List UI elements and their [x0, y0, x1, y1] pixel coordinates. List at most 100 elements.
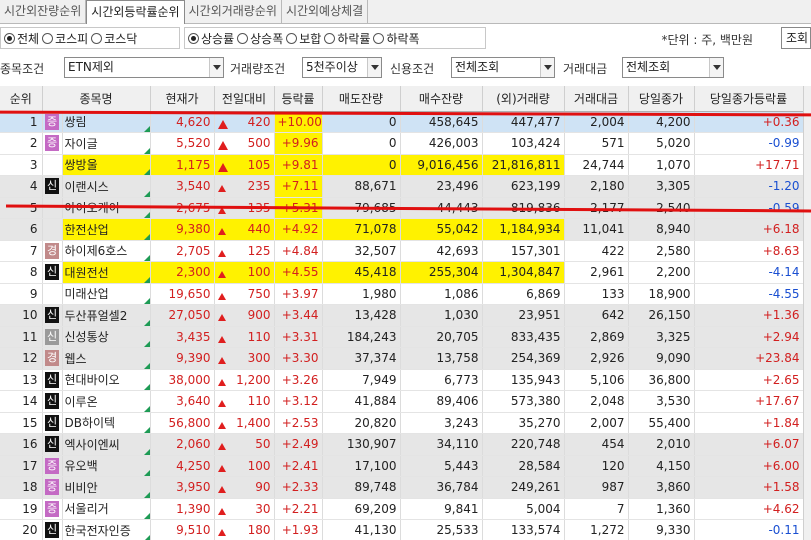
cell-name[interactable]: 쌍방울 [62, 154, 151, 176]
cell-chg: 180 [214, 519, 275, 540]
cell-price: 4,250 [150, 455, 215, 477]
credit-condition-select[interactable]: 전체조회 [451, 57, 555, 78]
cell-name[interactable]: 비비안 [62, 476, 151, 499]
cell-sell: 130,907 [322, 433, 401, 456]
table-row[interactable]: 3 쌍방울 1,175 105 +9.81 0 9,016,456 21,816,811 24,… [0, 154, 804, 176]
table-row[interactable]: 19 증 서울리거 1,390 30 +2.21 69,209 9,841 5,004 7 1,36… [0, 498, 804, 520]
table-row[interactable]: 9 미래산업 19,650 750 +3.97 1,980 1,086 6,869 133 18,… [0, 283, 804, 305]
cell-rate: +3.26 [274, 369, 323, 391]
col-rate[interactable]: 등락률 [274, 86, 323, 112]
volume-condition-select[interactable]: 5천주이상 [302, 57, 382, 78]
amount-select[interactable]: 전체조회 [622, 57, 724, 78]
col-change[interactable]: 전일대비 [214, 86, 275, 112]
query-button[interactable]: 조회 [781, 27, 811, 49]
col-sell-remain[interactable]: 매도잔량 [322, 86, 401, 112]
table-row[interactable]: 12 경 웹스 9,390 300 +3.30 37,374 13,758 254,369 2,9… [0, 347, 804, 370]
cell-vol: 28,584 [482, 455, 565, 477]
col-rank[interactable]: 순위 [0, 86, 43, 112]
radio-all[interactable]: 전체 [4, 30, 39, 47]
table-row[interactable]: 16 신 엑사이엔씨 2,060 50 +2.49 130,907 34,110 220,748… [0, 433, 804, 456]
table-row[interactable]: 7 경 하이제6호스 2,705 125 +4.84 32,507 42,693 157,301… [0, 240, 804, 262]
cell-amt: 2,007 [564, 412, 629, 434]
cell-name[interactable]: 한전산업 [62, 218, 151, 241]
radio-fall-amount[interactable]: 하락폭 [373, 30, 420, 47]
cell-badge: 증 [42, 111, 63, 133]
vertical-scrollbar[interactable] [803, 86, 811, 540]
cell-sell: 45,418 [322, 261, 401, 284]
cell-name[interactable]: 서울리거 [62, 498, 151, 520]
col-name[interactable]: 종목명 [42, 86, 151, 112]
radio-kospi[interactable]: 코스피 [42, 30, 88, 47]
col-volume[interactable]: (외)거래량 [482, 86, 565, 112]
chevron-down-icon [209, 58, 223, 77]
corner-flag-icon [143, 126, 149, 132]
table-row[interactable]: 4 신 이랜시스 3,540 235 +7.11 88,671 23,496 623,199 2,… [0, 175, 804, 198]
cell-chg: 1,400 [214, 412, 275, 434]
corner-flag-icon [143, 513, 149, 519]
table-row[interactable]: 14 신 이루온 3,640 110 +3.12 41,884 89,406 573,380 2,… [0, 390, 804, 413]
radio-flat[interactable]: 보합 [286, 30, 321, 47]
table-row[interactable]: 8 신 대원전선 2,300 100 +4.55 45,418 255,304 1,304,84… [0, 261, 804, 284]
radio-fall-rate[interactable]: 하락률 [324, 30, 370, 47]
cell-name[interactable]: 대원전선 [62, 261, 151, 284]
cell-price: 27,050 [150, 304, 215, 327]
table-row[interactable]: 6 한전산업 9,380 440 +4.92 71,078 55,042 1,184,934 1… [0, 218, 804, 241]
tab-overtime-expected[interactable]: 시간외예상체결 [282, 0, 369, 23]
col-close-rate[interactable]: 당일종가등락률 [694, 86, 804, 112]
cell-badge: 신 [42, 433, 63, 456]
cell-amt: 642 [564, 304, 629, 327]
cell-name[interactable]: 웹스 [62, 347, 151, 370]
cell-name[interactable]: 엑사이엔씨 [62, 433, 151, 456]
stock-condition-select[interactable]: ETN제외 [64, 57, 224, 78]
cell-amt: 5,106 [564, 369, 629, 391]
cell-name[interactable]: 한국전자인증 [62, 519, 151, 540]
cell-close: 3,530 [628, 390, 695, 413]
tab-overtime-change-rank[interactable]: 시간외등락률순위 [86, 0, 185, 24]
up-arrow-icon [217, 378, 226, 386]
radio-kosdaq[interactable]: 코스닥 [91, 30, 137, 47]
col-close[interactable]: 당일종가 [628, 86, 695, 112]
cell-amt: 2,926 [564, 347, 629, 370]
col-amount[interactable]: 거래대금 [564, 86, 629, 112]
cell-name[interactable]: DB하이텍 [62, 412, 151, 434]
cell-name[interactable]: 현대바이오 [62, 369, 151, 391]
table-row[interactable]: 17 증 유오백 4,250 100 +2.41 17,100 5,443 28,584 120 4… [0, 455, 804, 477]
col-buy-remain[interactable]: 매수잔량 [400, 86, 483, 112]
radio-rise-rate[interactable]: 상승률 [188, 30, 234, 47]
table-row[interactable]: 15 신 DB하이텍 56,800 1,400 +2.53 20,820 3,243 35,27… [0, 412, 804, 434]
cell-name[interactable]: 미래산업 [62, 283, 151, 305]
radio-rise-amount[interactable]: 상승폭 [237, 30, 283, 47]
col-price[interactable]: 현재가 [150, 86, 215, 112]
chevron-down-icon [540, 58, 554, 77]
cell-close: 1,070 [628, 154, 695, 176]
status-badge: 신 [45, 307, 59, 324]
cell-name[interactable]: 이루온 [62, 390, 151, 413]
cell-sell: 89,748 [322, 476, 401, 499]
radio-dot-icon [4, 32, 15, 44]
table-row[interactable]: 18 증 비비안 3,950 90 +2.33 89,748 36,784 249,261 987… [0, 476, 804, 499]
tab-overtime-remain-rank[interactable]: 시간외잔량순위 [0, 0, 87, 23]
cell-name[interactable]: 신성통상 [62, 326, 151, 348]
table-row[interactable]: 13 신 현대바이오 38,000 1,200 +3.26 7,949 6,773 135,94… [0, 369, 804, 391]
cell-buy: 9,841 [400, 498, 483, 520]
corner-flag-icon [143, 276, 149, 283]
cell-sell: 32,507 [322, 240, 401, 262]
cell-name[interactable]: 자이글 [62, 132, 151, 155]
table-row[interactable]: 2 증 자이글 5,520 500 +9.96 0 426,003 103,424 571 5,02… [0, 132, 804, 155]
cell-name[interactable]: 유오백 [62, 455, 151, 477]
cell-amt: 2,869 [564, 326, 629, 348]
table-row[interactable]: 11 신 신성통상 3,435 110 +3.31 184,243 20,705 833,435… [0, 326, 804, 348]
cell-badge: 증 [42, 476, 63, 499]
cell-chg: 500 [214, 132, 275, 155]
tab-overtime-volume-rank[interactable]: 시간외거래량순위 [185, 0, 282, 23]
cell-crate: +2.65 [694, 369, 804, 391]
cell-name[interactable]: 두산퓨얼셀2 [62, 304, 151, 327]
cell-name[interactable]: 하이제6호스 [62, 240, 151, 262]
table-row[interactable]: 10 신 두산퓨얼셀2 27,050 900 +3.44 13,428 1,030 23,951… [0, 304, 804, 327]
cell-name[interactable]: 이랜시스 [62, 175, 151, 198]
cell-vol: 1,304,847 [482, 261, 565, 284]
cell-name[interactable]: 쌍림 [62, 111, 151, 133]
cell-rate: +9.81 [274, 154, 323, 176]
radio-dot-icon [42, 32, 54, 44]
table-row[interactable]: 20 신 한국전자인증 9,510 180 +1.93 41,130 25,533 133,57… [0, 519, 804, 540]
